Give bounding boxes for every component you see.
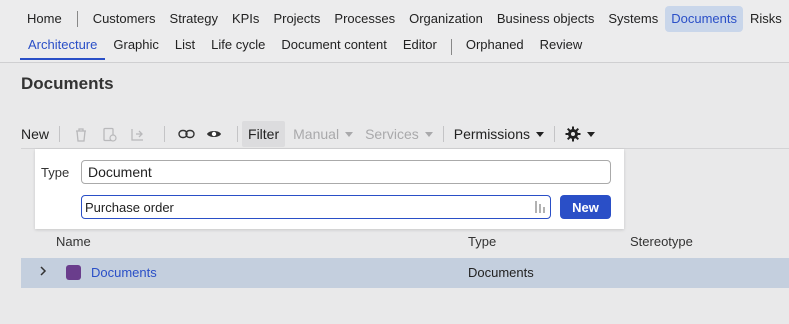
chevron-down-icon bbox=[345, 131, 354, 137]
copy-icon[interactable] bbox=[98, 123, 120, 145]
toolbar-separator bbox=[164, 126, 166, 142]
chevron-down-icon bbox=[536, 131, 544, 137]
gear-icon bbox=[565, 126, 581, 142]
tab-separator bbox=[450, 39, 452, 55]
nav-item-customers[interactable]: Customers bbox=[86, 6, 163, 32]
chevron-down-icon bbox=[587, 131, 595, 137]
settings-dropdown[interactable] bbox=[565, 126, 595, 142]
table-row[interactable]: Documents Documents bbox=[21, 258, 789, 288]
toolbar-separator bbox=[237, 126, 239, 142]
nav-item-risks[interactable]: Risks bbox=[743, 6, 789, 32]
page-title: Documents bbox=[21, 74, 114, 93]
nav-item-business-objects[interactable]: Business objects bbox=[490, 6, 602, 32]
toolbar-separator bbox=[442, 126, 444, 142]
filter-button[interactable]: Filter bbox=[242, 121, 286, 147]
type-field[interactable]: Document bbox=[81, 160, 611, 184]
nav-item-strategy[interactable]: Strategy bbox=[163, 6, 225, 32]
column-header-name[interactable]: Name bbox=[56, 234, 91, 249]
nav-item-systems[interactable]: Systems bbox=[601, 6, 665, 32]
tab-editor[interactable]: Editor bbox=[395, 34, 445, 60]
permissions-dropdown[interactable]: Permissions bbox=[454, 126, 544, 142]
search-input[interactable] bbox=[81, 195, 551, 219]
tab-list[interactable]: List bbox=[167, 34, 203, 60]
filter-popup: Type Document New bbox=[35, 149, 624, 229]
chevron-down-icon bbox=[424, 131, 433, 137]
chevron-right-icon[interactable] bbox=[39, 265, 47, 280]
nav-separator bbox=[76, 11, 78, 27]
tab-architecture[interactable]: Architecture bbox=[20, 34, 106, 60]
link-icon[interactable] bbox=[175, 123, 197, 145]
eye-icon[interactable] bbox=[203, 123, 225, 145]
tab-document-content[interactable]: Document content bbox=[273, 34, 395, 60]
primary-nav: Home Customers Strategy KPIs Projects Pr… bbox=[20, 6, 789, 32]
toolbar-separator bbox=[554, 126, 555, 142]
manual-dropdown[interactable]: Manual bbox=[293, 126, 354, 142]
nav-item-home[interactable]: Home bbox=[20, 6, 69, 32]
move-icon[interactable] bbox=[126, 123, 148, 145]
services-dropdown[interactable]: Services bbox=[365, 126, 433, 142]
nav-item-organization[interactable]: Organization bbox=[402, 6, 490, 32]
row-type: Documents bbox=[468, 265, 534, 280]
resize-handle-icon[interactable] bbox=[533, 200, 547, 214]
manual-label: Manual bbox=[293, 126, 340, 142]
table-header: Name Type Stereotype bbox=[21, 225, 789, 257]
new-document-button[interactable]: New bbox=[560, 195, 611, 219]
type-label: Type bbox=[41, 165, 70, 180]
new-button[interactable]: New bbox=[21, 126, 49, 142]
nav-item-kpis[interactable]: KPIs bbox=[225, 6, 266, 32]
toolbar: New Filter Manual Services Permissions bbox=[21, 121, 789, 147]
tab-orphaned[interactable]: Orphaned bbox=[458, 34, 532, 60]
nav-item-processes[interactable]: Processes bbox=[327, 6, 402, 32]
document-type-icon bbox=[66, 265, 81, 280]
permissions-label: Permissions bbox=[453, 126, 530, 142]
documents-table: Name Type Stereotype Documents Documents bbox=[21, 225, 789, 289]
trash-icon[interactable] bbox=[70, 123, 92, 145]
column-header-stereotype[interactable]: Stereotype bbox=[630, 234, 693, 249]
tab-life-cycle[interactable]: Life cycle bbox=[203, 34, 273, 60]
top-navigation: Home Customers Strategy KPIs Projects Pr… bbox=[0, 0, 789, 62]
column-header-type[interactable]: Type bbox=[468, 234, 496, 249]
nav-item-projects[interactable]: Projects bbox=[266, 6, 327, 32]
nav-item-documents[interactable]: Documents bbox=[665, 6, 743, 32]
nav-divider bbox=[0, 62, 789, 63]
services-label: Services bbox=[365, 126, 419, 142]
toolbar-separator bbox=[59, 126, 61, 142]
row-name-link[interactable]: Documents bbox=[91, 265, 157, 280]
tab-graphic[interactable]: Graphic bbox=[105, 34, 167, 60]
tab-review[interactable]: Review bbox=[532, 34, 591, 60]
secondary-nav: Architecture Graphic List Life cycle Doc… bbox=[20, 34, 590, 60]
